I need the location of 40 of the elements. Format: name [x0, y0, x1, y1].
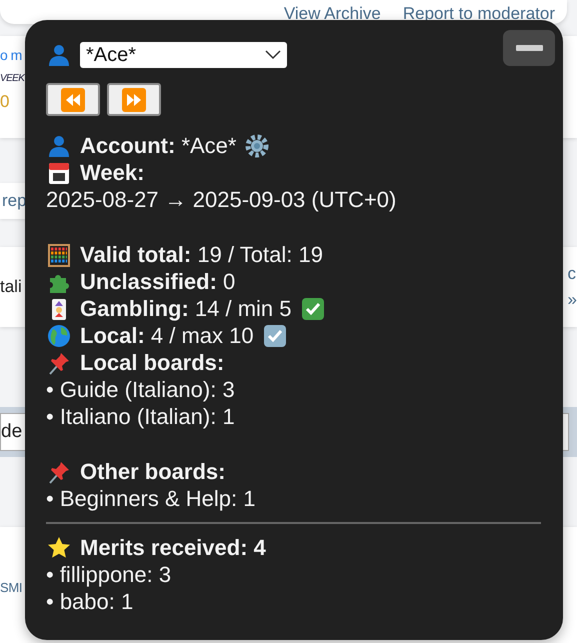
label: VEEK [0, 72, 24, 86]
rewind-icon [61, 88, 85, 112]
stat-text: Valid total: 19 / Total: 19 [80, 241, 323, 268]
chevron-icon [265, 50, 281, 60]
link[interactable]: View Archive [284, 4, 381, 24]
gear-icon [244, 134, 270, 158]
text: • Beginners & Help: 1 [46, 485, 256, 512]
globe-icon [46, 324, 72, 348]
link[interactable]: c [568, 261, 577, 287]
minimize-button[interactable] [503, 30, 555, 66]
link[interactable]: » [568, 287, 577, 313]
stat-text: Account: *Ace* [80, 132, 236, 159]
calendar-icon [46, 160, 72, 184]
link[interactable]: o m [0, 44, 22, 67]
count: 0 [0, 91, 10, 113]
link[interactable]: SMI [0, 580, 22, 594]
text: • Guide (Italiano): 3 [46, 376, 235, 403]
label: tali [0, 277, 22, 297]
check-icon [300, 296, 326, 320]
previous-button[interactable] [46, 83, 100, 116]
person-icon [46, 134, 72, 158]
fast-forward-icon [122, 88, 146, 112]
stat-text: Unclassified: 0 [80, 268, 236, 295]
stat-text: Gambling: 14 / min 5 [80, 295, 292, 322]
text: 2025-08-27 → 2025-09-03 (UTC+0) [46, 186, 396, 213]
person-icon [46, 43, 72, 67]
stat-text: Other boards: [80, 458, 226, 485]
checkbox-icon [262, 324, 288, 348]
stat-text: Merits received: 4 [80, 534, 266, 561]
stat-text: Week: [80, 159, 144, 186]
abacus-icon [46, 242, 72, 266]
next-button[interactable] [107, 83, 161, 116]
link[interactable]: Report to moderator [402, 4, 555, 24]
text: • Italiano (Italian): 1 [46, 403, 235, 430]
stat-text: Local boards: [80, 349, 224, 376]
stat-text: Local: 4 / max 10 [80, 322, 254, 349]
account-dropdown[interactable]: *Ace* [80, 42, 287, 68]
text: • fillippone: 3 [46, 561, 172, 588]
star-icon [46, 536, 72, 560]
text: • babo: 1 [46, 588, 134, 615]
